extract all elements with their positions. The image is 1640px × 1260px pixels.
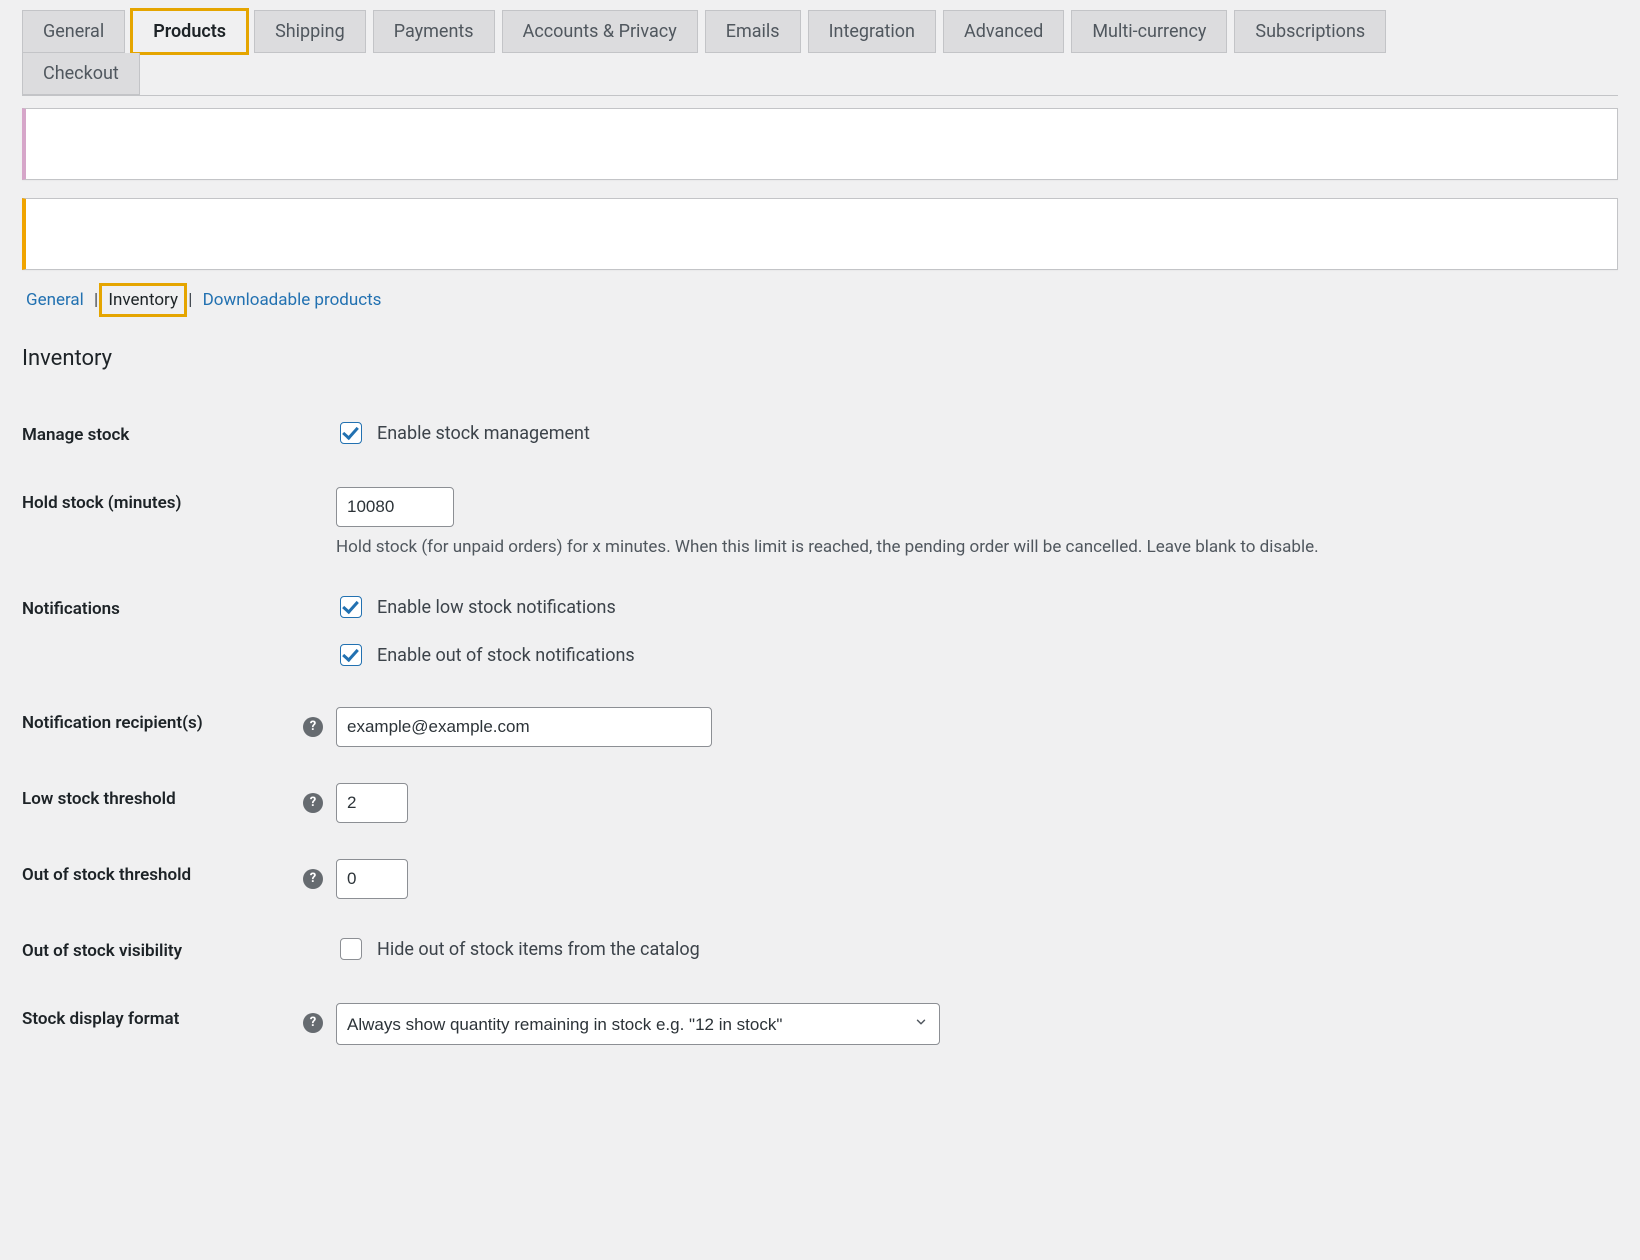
low-stock-notif-checkbox[interactable] <box>340 596 362 618</box>
manage-stock-checkbox[interactable] <box>340 422 362 444</box>
section-title: Inventory <box>22 346 1618 371</box>
help-icon[interactable]: ? <box>303 717 323 737</box>
tab-accounts-privacy[interactable]: Accounts & Privacy <box>502 10 698 53</box>
label-oos-visibility: Out of stock visibility <box>22 917 302 985</box>
subnav-general[interactable]: General <box>22 288 88 312</box>
oos-notif-label: Enable out of stock notifications <box>377 645 635 666</box>
label-low-threshold: Low stock threshold <box>22 765 302 841</box>
oos-notif-wrap[interactable]: Enable out of stock notifications <box>336 641 635 669</box>
oos-threshold-input[interactable] <box>336 859 408 899</box>
hold-stock-desc: Hold stock (for unpaid orders) for x min… <box>336 537 1618 557</box>
tab-multi-currency[interactable]: Multi-currency <box>1071 10 1227 53</box>
manage-stock-checkbox-wrap[interactable]: Enable stock management <box>336 419 590 447</box>
subnav-inventory[interactable]: Inventory <box>104 288 182 312</box>
tab-shipping[interactable]: Shipping <box>254 10 366 53</box>
tab-checkout[interactable]: Checkout <box>22 53 140 95</box>
recipients-input[interactable] <box>336 707 712 747</box>
help-icon[interactable]: ? <box>303 1013 323 1033</box>
notice-banner-2 <box>22 198 1618 270</box>
label-stock-display: Stock display format <box>22 985 302 1063</box>
notice-banner-1 <box>22 108 1618 180</box>
oos-visibility-label: Hide out of stock items from the catalog <box>377 939 700 960</box>
pipe-separator: | <box>88 290 105 310</box>
subnav-downloadable-products[interactable]: Downloadable products <box>199 288 386 312</box>
manage-stock-checkbox-label: Enable stock management <box>377 423 590 444</box>
tab-subscriptions[interactable]: Subscriptions <box>1234 10 1386 53</box>
label-recipients: Notification recipient(s) <box>22 689 302 765</box>
tab-emails[interactable]: Emails <box>705 10 801 53</box>
tab-integration[interactable]: Integration <box>808 10 936 53</box>
low-threshold-input[interactable] <box>336 783 408 823</box>
subnav: General | Inventory | Downloadable produ… <box>22 288 1618 312</box>
label-hold-stock: Hold stock (minutes) <box>22 469 302 575</box>
hold-stock-input[interactable] <box>336 487 454 527</box>
low-stock-notif-label: Enable low stock notifications <box>377 597 616 618</box>
label-oos-threshold: Out of stock threshold <box>22 841 302 917</box>
help-icon[interactable]: ? <box>303 869 323 889</box>
tab-products[interactable]: Products <box>132 10 247 53</box>
oos-visibility-checkbox[interactable] <box>340 938 362 960</box>
tab-advanced[interactable]: Advanced <box>943 10 1064 53</box>
pipe-separator: | <box>182 290 199 310</box>
label-manage-stock: Manage stock <box>22 401 302 469</box>
stock-display-select[interactable]: Always show quantity remaining in stock … <box>336 1003 940 1045</box>
help-icon[interactable]: ? <box>303 793 323 813</box>
oos-visibility-wrap[interactable]: Hide out of stock items from the catalog <box>336 935 700 963</box>
tab-general[interactable]: General <box>22 10 125 53</box>
low-stock-notif-wrap[interactable]: Enable low stock notifications <box>336 593 616 621</box>
oos-notif-checkbox[interactable] <box>340 644 362 666</box>
label-notifications: Notifications <box>22 575 302 689</box>
tab-payments[interactable]: Payments <box>373 10 495 53</box>
